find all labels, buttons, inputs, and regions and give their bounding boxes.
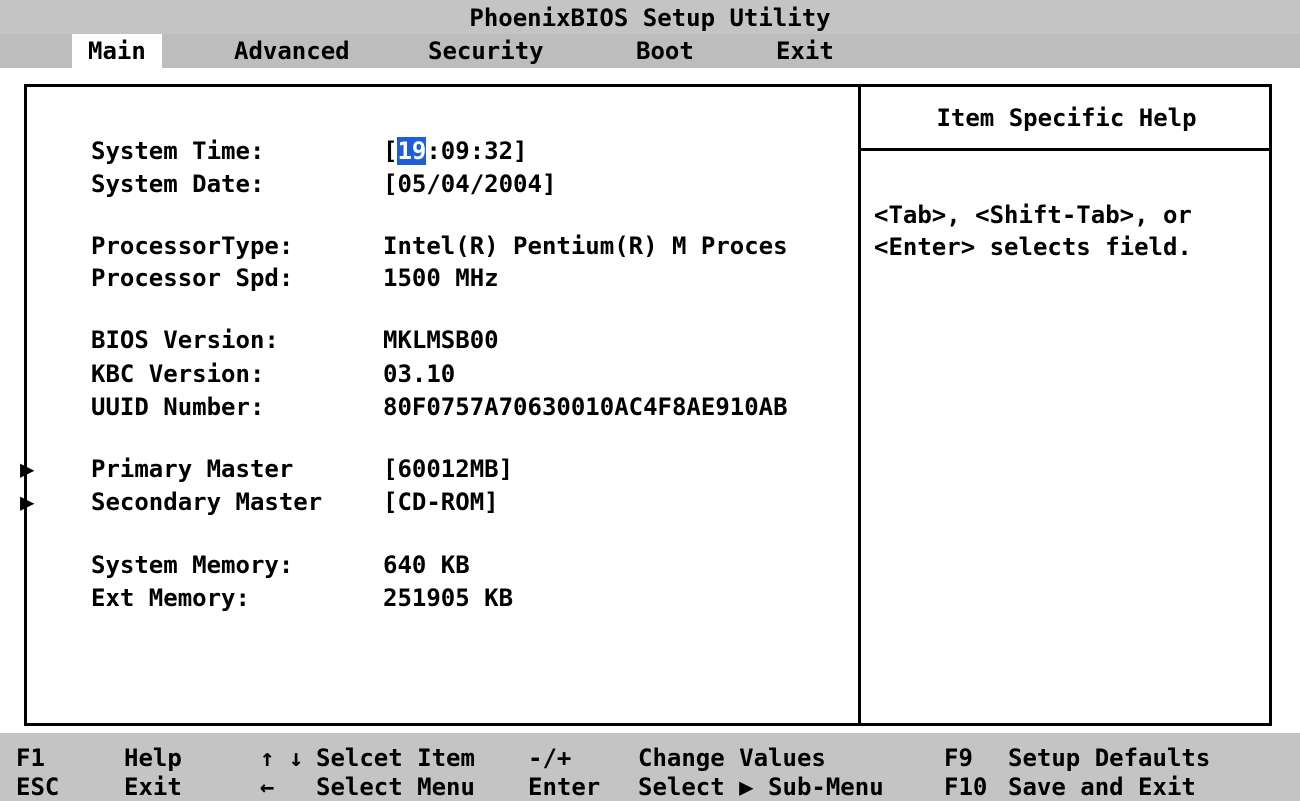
tab-main[interactable]: Main [72,34,162,68]
system-time-bracket: [ [383,137,398,165]
processor-type-value: Intel(R) Pentium(R) M Proces [383,232,788,260]
sub-menu-desc: Select ▶ Sub-Menu [638,773,884,801]
f1-desc: Help [124,744,182,772]
save-exit-desc: Save and Exit [1008,773,1196,801]
tab-exit[interactable]: Exit [760,34,850,68]
bios-title: PhoenixBIOS Setup Utility [469,4,831,32]
secondary-master-label[interactable]: Secondary Master [91,488,322,516]
esc-desc: Exit [124,773,182,801]
help-title-divider [858,148,1272,151]
primary-master-label[interactable]: Primary Master [91,455,293,483]
system-time-label: System Time: [91,137,265,165]
system-time-field[interactable]: [19:09:32] [383,137,528,165]
bios-version-value: MKLMSB00 [383,326,499,354]
help-line-2: <Enter> selects field. [874,233,1192,261]
select-menu-desc: Select Menu [316,773,475,801]
f1-key: F1 [16,744,45,772]
tab-security[interactable]: Security [412,34,560,68]
ext-memory-label: Ext Memory: [91,584,250,612]
primary-master-value[interactable]: [60012MB] [383,455,513,483]
system-memory-label: System Memory: [91,551,294,579]
kbc-version-value: 03.10 [383,360,456,388]
primary-master-submenu-icon: ▶ [20,455,35,483]
updown-arrows-icon: ↑ ↓ [260,744,304,772]
processor-spd-value: 1500 MHz [383,264,499,292]
left-arrow-icon: ← [260,773,275,801]
f10-key: F10 [944,773,988,801]
uuid-value: 80F0757A70630010AC4F8AE910AB [383,393,788,421]
change-values-desc: Change Values [638,744,826,772]
processor-spd-label: Processor Spd: [91,264,294,292]
title-bar: PhoenixBIOS Setup Utility [0,0,1300,34]
panel-divider [858,84,861,726]
system-memory-value: 640 KB [383,551,470,579]
system-date-field[interactable]: [05/04/2004] [383,170,556,198]
secondary-master-value[interactable]: [CD-ROM] [383,488,499,516]
system-time-rest: :09:32] [426,137,528,165]
processor-type-label: ProcessorType: [91,232,294,260]
secondary-master-submenu-icon: ▶ [20,488,35,516]
system-time-hour[interactable]: 19 [397,137,427,165]
key-legend-bar: F1 Help ↑ ↓ Selcet Item -/+ Change Value… [0,733,1300,801]
kbc-version-label: KBC Version: [91,360,265,388]
enter-key: Enter [528,773,601,801]
tab-advanced[interactable]: Advanced [218,34,366,68]
plus-minus-key: -/+ [528,744,572,772]
ext-memory-value: 251905 KB [383,584,514,612]
esc-key: ESC [16,773,60,801]
f9-key: F9 [944,744,973,772]
setup-defaults-desc: Setup Defaults [1008,744,1211,772]
menu-bar: Main Advanced Security Boot Exit [0,34,1300,68]
select-item-desc: Selcet Item [316,744,475,772]
help-line-1: <Tab>, <Shift-Tab>, or [874,201,1192,229]
uuid-label: UUID Number: [91,393,265,421]
system-date-label: System Date: [91,170,265,198]
tab-boot[interactable]: Boot [620,34,710,68]
bios-version-label: BIOS Version: [91,326,279,354]
help-title: Item Specific Help [936,104,1197,132]
